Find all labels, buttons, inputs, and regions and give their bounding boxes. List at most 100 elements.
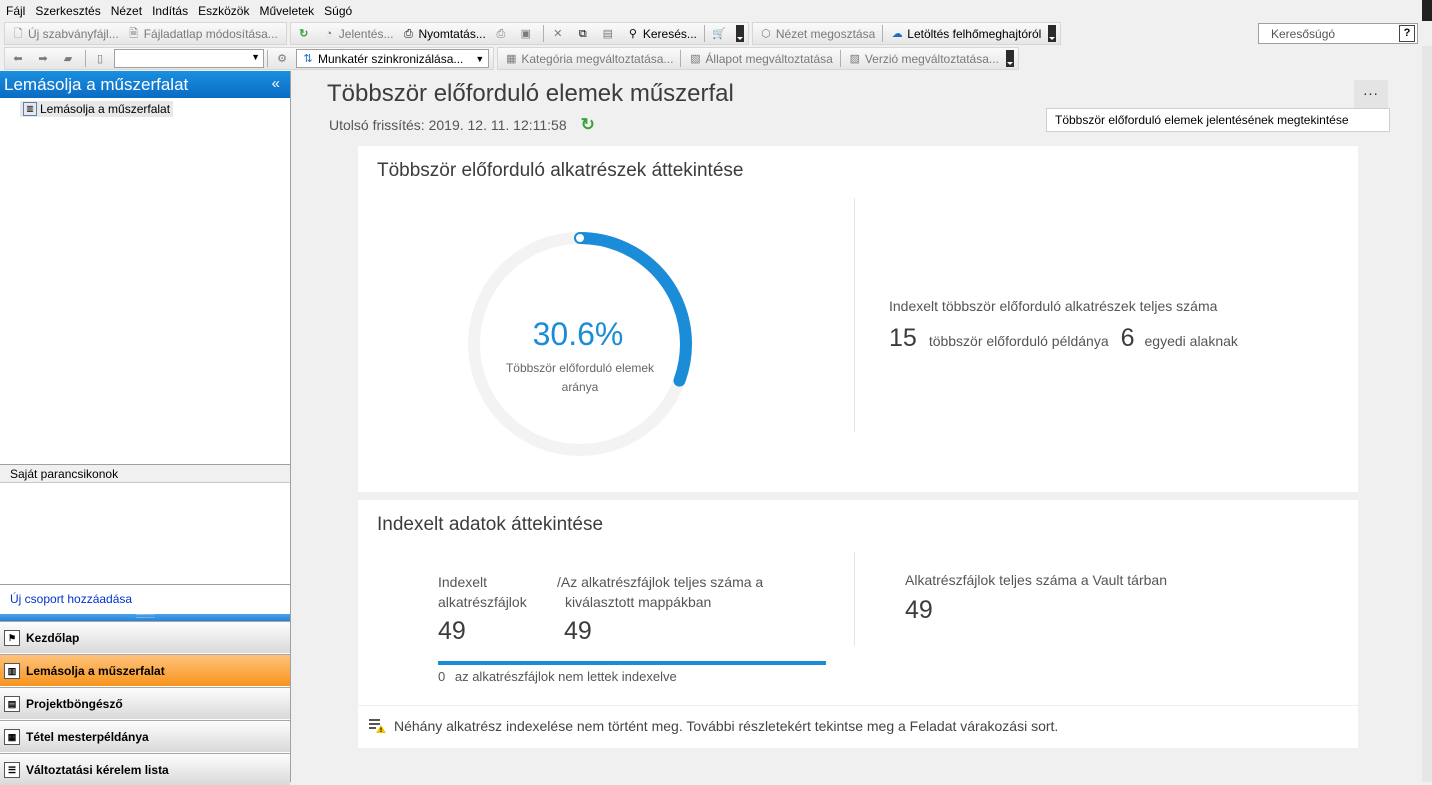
- change-category-button[interactable]: ▦ Kategória megváltoztatása...: [500, 48, 677, 69]
- total-files-label: /Az alkatrészfájlok teljes száma a kivál…: [557, 572, 763, 612]
- more-options-button[interactable]: ...: [1354, 80, 1388, 108]
- delete-button[interactable]: ✕: [547, 23, 572, 44]
- cloud-download-icon: ☁: [891, 27, 903, 40]
- new-standard-file-button[interactable]: 🗋 Új szabványfájl...: [7, 23, 123, 44]
- menu-bar: Fájl Szerkesztés Nézet Indítás Eszközök …: [0, 0, 1432, 21]
- duplicates-overview-card: Többször előforduló alkatrészek áttekint…: [358, 146, 1358, 492]
- search-button[interactable]: ⚲ Keresés...: [622, 23, 701, 44]
- duplicates-total-label: Indexelt többször előforduló alkatrészek…: [889, 298, 1218, 314]
- menu-file[interactable]: Fájl: [6, 4, 25, 18]
- chart-icon: ▥: [23, 102, 37, 116]
- last-refresh: Utolsó frissítés: 2019. 12. 11. 12:11:58…: [329, 115, 595, 135]
- toggle-pane-button[interactable]: ▯: [89, 48, 114, 69]
- warning-card: Néhány alkatrész indexelése nem történt …: [358, 706, 1358, 748]
- report-icon: ◔: [325, 27, 333, 40]
- pane-header: Lemásolja a műszerfalat «: [0, 71, 290, 98]
- toolbar-overflow-chevron[interactable]: [735, 25, 744, 42]
- tree-item-dashboard[interactable]: ▥ Lemásolja a műszerfalat: [20, 101, 174, 117]
- help-question-icon[interactable]: ?: [1399, 25, 1415, 42]
- menu-actions[interactable]: Műveletek: [259, 4, 314, 18]
- toolbar-group-file: 🗋 Új szabványfájl... 🗎 Fájladatlap módosít…: [4, 22, 287, 45]
- nav-button-project-explorer[interactable]: ▤ Projektböngésző: [0, 687, 290, 719]
- separator: [680, 50, 682, 67]
- toolbar-group-nav: ⬅ ➡ ▰ ▯ ⚙ ⇅ Munkatér szinkronizálása... ▼: [4, 47, 495, 70]
- nav-label: Változtatási kérelem lista: [26, 762, 169, 777]
- revision-icon: ▨: [849, 52, 861, 65]
- rename-button[interactable]: ▤: [597, 23, 622, 44]
- search-help-input[interactable]: Keresősúgó ?: [1258, 23, 1418, 44]
- duplicates-ratio-label: Többször előforduló elemek aránya: [505, 361, 655, 394]
- reports-button[interactable]: ◔ Jelentés...: [318, 23, 398, 44]
- print-preview-button[interactable]: ⎙: [490, 23, 515, 44]
- toolbar-group-lifecycle: ▦ Kategória megváltoztatása... ▧ Állapot m…: [497, 47, 1019, 70]
- add-group-link[interactable]: Új csoport hozzáadása: [0, 584, 290, 614]
- download-cloud-button[interactable]: ☁ Letöltés felhőmeghajtóról: [886, 23, 1045, 44]
- dashboard-icon: ▥: [4, 662, 20, 679]
- donut-start-dot: [576, 234, 584, 242]
- nav-button-change-order-list[interactable]: ☰ Változtatási kérelem lista: [0, 753, 290, 785]
- datasheet-icon: 🗎: [129, 27, 139, 40]
- scrollbar-track[interactable]: [1422, 46, 1432, 782]
- menu-help[interactable]: Súgó: [324, 4, 352, 18]
- workspace-icon-button[interactable]: ⚙: [271, 48, 296, 69]
- shopping-cart-button[interactable]: 🛒: [708, 23, 733, 44]
- collapse-pane-icon[interactable]: «: [272, 75, 280, 92]
- menu-edit[interactable]: Szerkesztés: [35, 4, 100, 18]
- pane-title: Lemásolja a műszerfalat: [4, 74, 189, 94]
- toolbar-overflow-chevron[interactable]: [1048, 25, 1057, 42]
- share-view-button[interactable]: ⬡ Nézet megosztása: [755, 23, 879, 44]
- nav-label: Tétel mesterpéldánya: [26, 729, 149, 744]
- my-shortcuts-panel: Saját parancsikonok: [0, 464, 290, 585]
- back-button[interactable]: ⬅: [7, 48, 32, 69]
- search-help-placeholder: Keresősúgó: [1271, 26, 1336, 41]
- up-folder-icon: ▰: [63, 52, 73, 65]
- separator: [703, 25, 705, 42]
- menu-go[interactable]: Indítás: [152, 4, 188, 18]
- unique-text: egyedi alaknak: [1144, 333, 1238, 349]
- new-file-icon: 🗋: [13, 27, 23, 40]
- toolbar-overflow-chevron[interactable]: [1005, 50, 1014, 67]
- divider: [854, 198, 855, 432]
- change-state-button[interactable]: ▧ Állapot megváltoztatása: [684, 48, 836, 69]
- workspace-sync-dropdown[interactable]: ⇅ Munkatér szinkronizálása... ▼: [296, 49, 490, 68]
- item-icon: ▦: [4, 728, 20, 745]
- edit-datasheet-button[interactable]: 🗎 Fájladatlap módosítása...: [123, 23, 282, 44]
- copy-icon: ⧉: [578, 27, 587, 40]
- warning-list-icon: [369, 719, 386, 733]
- nav-button-dashboard[interactable]: ▥ Lemásolja a műszerfalat: [0, 654, 290, 686]
- menu-view[interactable]: Nézet: [111, 4, 142, 18]
- warning-text: Néhány alkatrész indexelése nem történt …: [394, 718, 1059, 734]
- vertical-scrollbar[interactable]: [1422, 46, 1432, 782]
- total-files-value: 49: [564, 617, 592, 645]
- toolbar-group-reports: ↻ ◔ Jelentés... ⎙ Nyomtatás... ⎙ ▣ ✕ ⧉ ▤ ⚲…: [289, 22, 749, 45]
- print-setup-button[interactable]: ▣: [515, 23, 540, 44]
- instances-count: 15: [889, 324, 917, 352]
- indexed-label-line2: alkatrészfájlok: [438, 594, 527, 610]
- up-folder-button[interactable]: ▰: [57, 48, 82, 69]
- page-title: Többször előforduló elemek műszerfal: [327, 80, 734, 107]
- refresh-icon[interactable]: ↻: [581, 115, 595, 135]
- vault-total-label: Alkatrészfájlok teljes száma a Vault tár…: [905, 572, 1167, 588]
- indexing-warning: Néhány alkatrész indexelése nem történt …: [368, 718, 1058, 734]
- copy-design-button[interactable]: ⧉: [572, 23, 597, 44]
- indexed-label-line1: Indexelt: [438, 574, 488, 590]
- menu-tools[interactable]: Eszközök: [198, 4, 249, 18]
- address-combo[interactable]: [114, 49, 264, 68]
- nav-button-item-master[interactable]: ▦ Tétel mesterpéldánya: [0, 720, 290, 752]
- nav-button-home[interactable]: ⚑ Kezdőlap: [0, 621, 290, 653]
- not-indexed-note: 0 az alkatrészfájlok nem lettek indexelv…: [438, 669, 677, 684]
- preview-icon: ▣: [520, 27, 532, 40]
- state-icon: ▧: [690, 52, 701, 65]
- left-navigation-pane: Lemásolja a műszerfalat « ▥ Lemásolja a …: [0, 71, 291, 785]
- separator: [882, 25, 884, 42]
- edit-datasheet-label: Fájladatlap módosítása...: [143, 26, 278, 41]
- toolbar-group-share: ⬡ Nézet megosztása ☁ Letöltés felhőmeghajt…: [751, 22, 1062, 45]
- printer-icon: ⎙: [404, 27, 413, 40]
- separator: [839, 50, 841, 67]
- change-revision-button[interactable]: ▨ Verzió megváltoztatása...: [844, 48, 1003, 69]
- refresh-button[interactable]: ↻: [293, 23, 318, 44]
- indexed-progress-bar: [438, 661, 826, 665]
- not-indexed-count: 0: [438, 669, 446, 684]
- print-button[interactable]: ⎙ Nyomtatás...: [397, 23, 489, 44]
- forward-button[interactable]: ➡: [32, 48, 57, 69]
